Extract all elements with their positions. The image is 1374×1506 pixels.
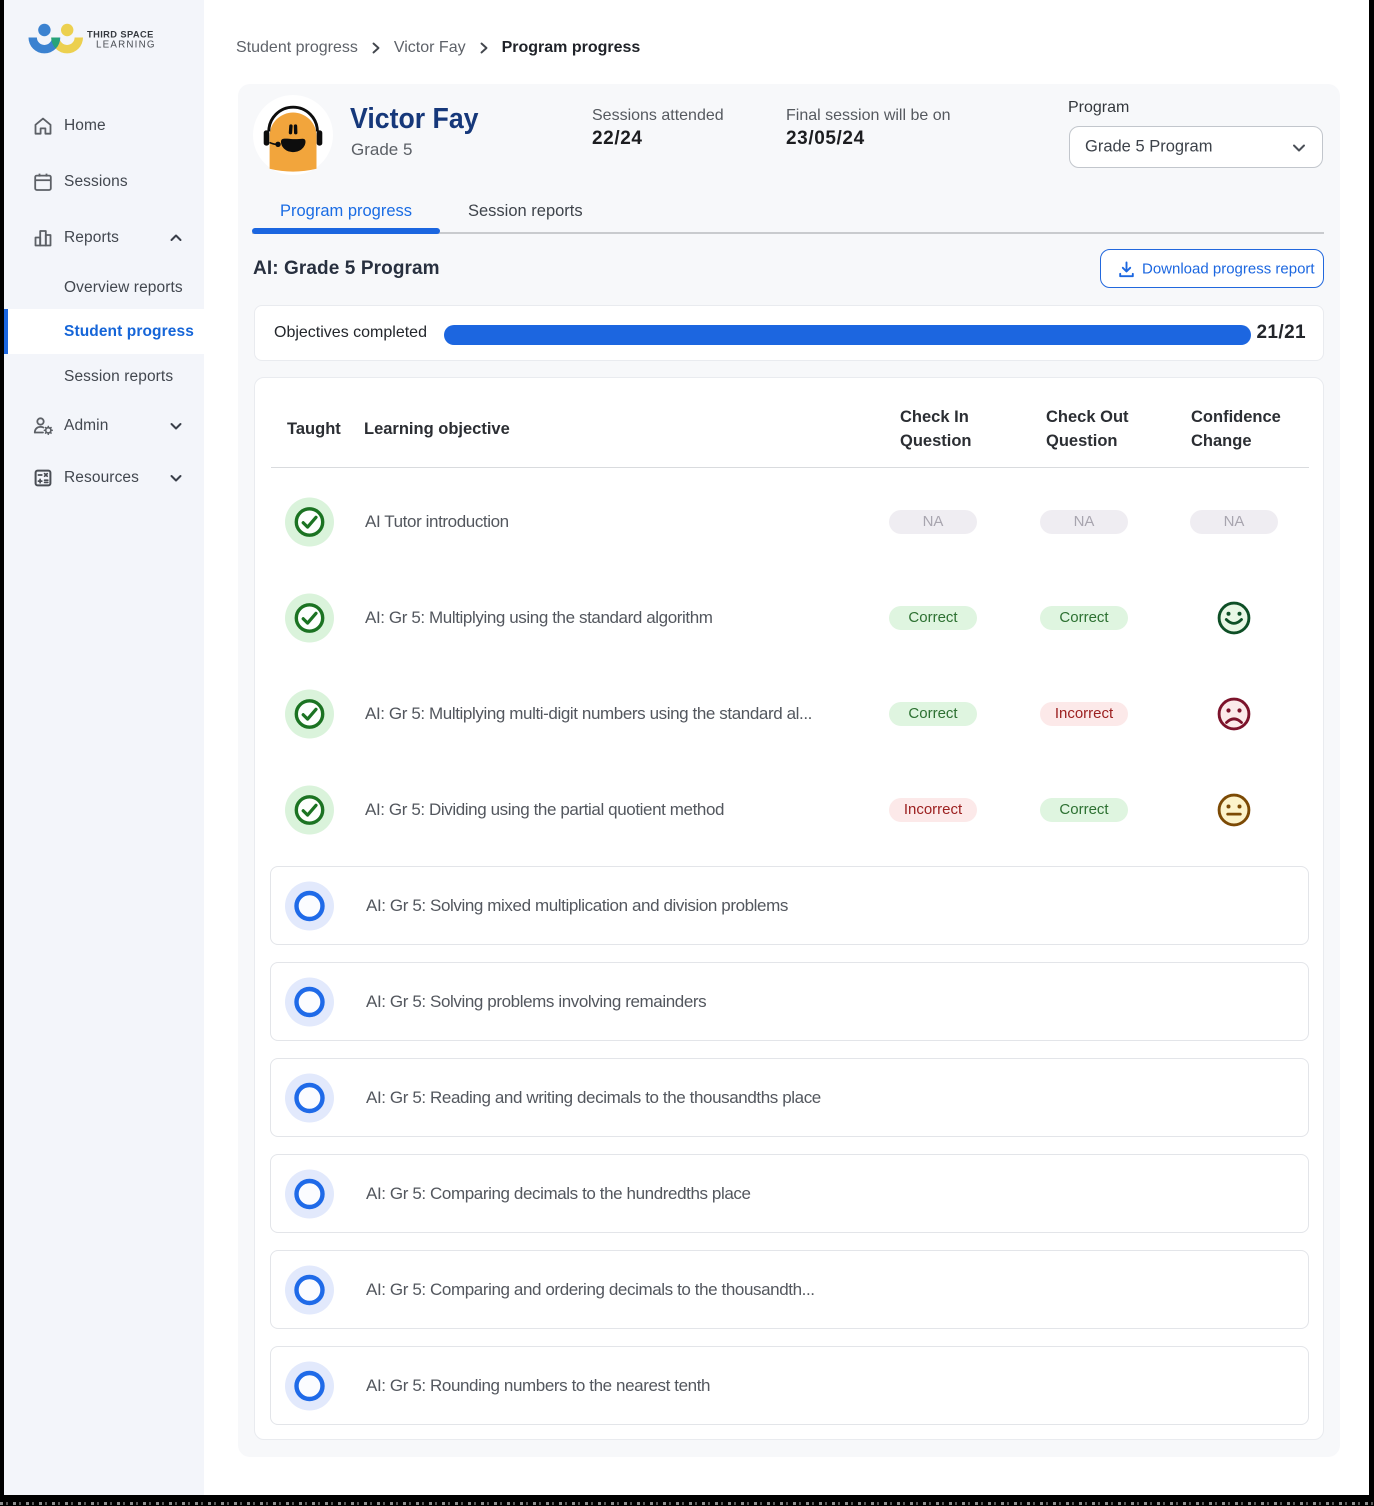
svg-text:THIRD SPACE: THIRD SPACE [87,30,154,40]
svg-text:LEARNING: LEARNING [96,40,156,51]
